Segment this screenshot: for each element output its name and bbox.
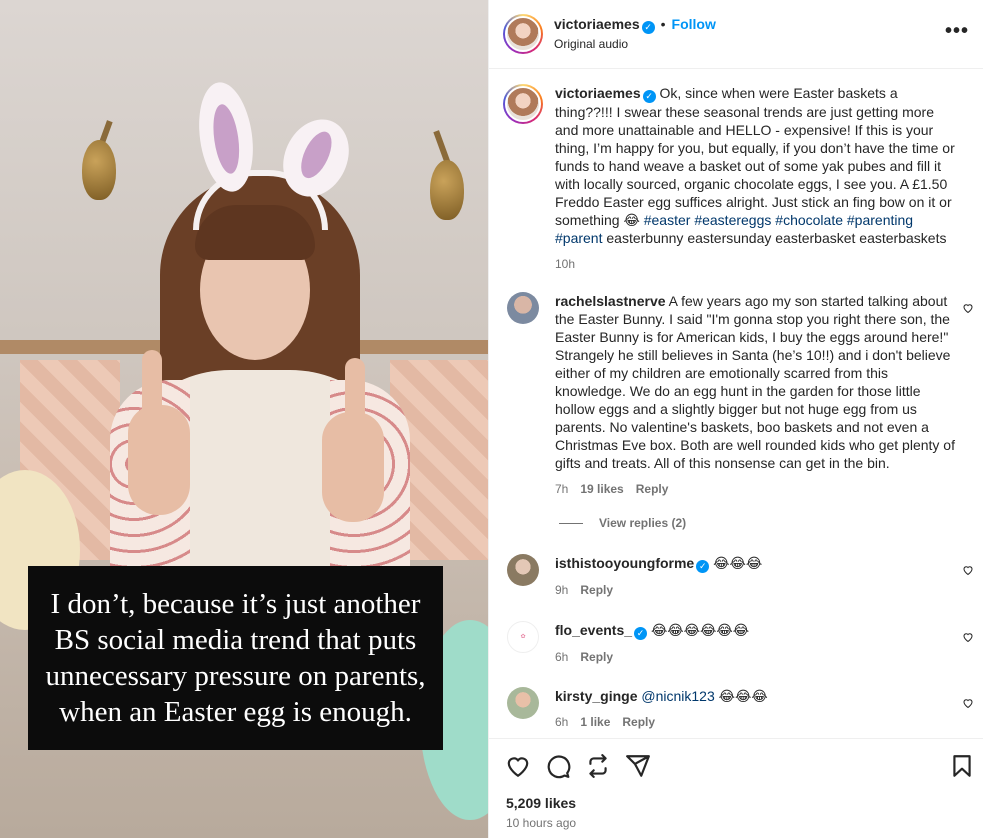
reply-button[interactable]: Reply [580, 583, 613, 597]
audio-label[interactable]: Original audio [554, 37, 628, 51]
comment-body: rachelslastnerve A few years ago my son … [555, 292, 955, 498]
video-caption-text: I don’t, because it’s just another BS so… [45, 588, 426, 728]
comments-list[interactable]: victoriaemes ✓ Ok, since when were Easter… [489, 70, 983, 738]
comment-icon[interactable] [545, 753, 571, 779]
hashtag-link[interactable]: #parent [555, 230, 602, 246]
comment-time[interactable]: 6h [555, 650, 568, 664]
share-icon[interactable] [625, 753, 651, 779]
hand [128, 405, 190, 515]
follow-button[interactable]: Follow [672, 16, 716, 32]
post-header: victoriaemes ✓ • Follow Original audio ••• [489, 0, 983, 69]
comment-text: 😂😂😂😂😂😂 [650, 622, 750, 638]
comment-body: flo_events_ ✓ 😂😂😂😂😂😂 6h Reply [555, 621, 955, 666]
view-replies-button[interactable]: View replies (2) [559, 516, 686, 530]
caption-time[interactable]: 10h [555, 257, 575, 271]
verified-icon: ✓ [634, 627, 648, 640]
caption-tail: easterbunny eastersunday easterbasket ea… [606, 230, 947, 246]
comment-username[interactable]: isthistooyoungforme [555, 555, 694, 571]
comment-username[interactable]: flo_events_ [555, 622, 632, 638]
verified-icon: ✓ [642, 90, 656, 103]
like-comment-heart-icon[interactable] [962, 697, 974, 709]
reply-button[interactable]: Reply [580, 650, 613, 664]
comment-likes[interactable]: 1 like [580, 715, 610, 729]
comment-meta: 6h 1 like Reply [555, 713, 955, 731]
verified-icon: ✓ [696, 560, 710, 573]
comment-meta: 7h 19 likes Reply [555, 480, 955, 498]
save-bookmark-icon[interactable] [949, 753, 975, 779]
reply-button[interactable]: Reply [636, 482, 669, 496]
comment-text: A few years ago my son started talking a… [555, 293, 955, 471]
video-caption: I don’t, because it’s just another BS so… [28, 566, 443, 750]
mention-link[interactable]: @nicnik123 [641, 688, 714, 704]
comment-likes[interactable]: 19 likes [580, 482, 623, 496]
post-video[interactable]: I don’t, because it’s just another BS so… [0, 0, 488, 838]
commenter-avatar[interactable] [507, 554, 539, 586]
commenter-avatar[interactable] [507, 292, 539, 324]
commenter-avatar[interactable] [507, 687, 539, 719]
like-comment-heart-icon[interactable] [962, 302, 974, 314]
header-user-line: victoriaemes ✓ • Follow [554, 16, 716, 34]
author-avatar[interactable] [503, 14, 543, 54]
comment-username[interactable]: kirsty_ginge [555, 688, 637, 704]
hashtag-link[interactable]: #easter [644, 212, 691, 228]
repost-icon[interactable] [585, 753, 611, 779]
author-username[interactable]: victoriaemes [554, 16, 640, 32]
reply-button[interactable]: Reply [622, 715, 655, 729]
hand [322, 412, 384, 522]
like-heart-icon[interactable] [505, 753, 531, 779]
more-options-icon[interactable]: ••• [945, 20, 969, 43]
post-sidebar: victoriaemes ✓ • Follow Original audio ••• … [488, 0, 983, 838]
comment-time[interactable]: 9h [555, 583, 568, 597]
wall-lamp [430, 160, 464, 220]
comment-time[interactable]: 6h [555, 715, 568, 729]
caption-text: Ok, since when were Easter baskets a thi… [555, 85, 955, 228]
wall-lamp [82, 140, 116, 200]
comment-time[interactable]: 7h [555, 482, 568, 496]
commenter-avatar[interactable]: ✿ [507, 621, 539, 653]
likes-count[interactable]: 5,209 likes [506, 795, 576, 811]
caption-username[interactable]: victoriaemes [555, 85, 641, 101]
hashtag-link[interactable]: #eastereggs [694, 212, 771, 228]
comment-username[interactable]: rachelslastnerve [555, 293, 666, 309]
comment-meta: 9h Reply [555, 581, 955, 599]
hashtag-link[interactable]: #chocolate [775, 212, 843, 228]
like-comment-heart-icon[interactable] [962, 564, 974, 576]
comment-text: 😂😂😂 [718, 688, 768, 704]
caption-meta: 10h [555, 255, 955, 273]
comment-body: isthistooyoungforme ✓ 😂😂😂 9h Reply [555, 554, 955, 599]
caption-avatar[interactable] [503, 84, 543, 124]
verified-icon: ✓ [641, 21, 655, 34]
like-comment-heart-icon[interactable] [962, 631, 974, 643]
separator-dot: • [660, 16, 666, 32]
comment-body: kirsty_ginge @nicnik123 😂😂😂 6h 1 like Repl… [555, 687, 955, 731]
action-bar: 5,209 likes 10 hours ago [489, 738, 983, 838]
post-time[interactable]: 10 hours ago [506, 816, 576, 830]
hashtag-link[interactable]: #parenting [847, 212, 913, 228]
comment-text: 😂😂😂 [713, 555, 763, 571]
comment-meta: 6h Reply [555, 648, 955, 666]
caption-body: victoriaemes ✓ Ok, since when were Easter… [555, 84, 955, 273]
